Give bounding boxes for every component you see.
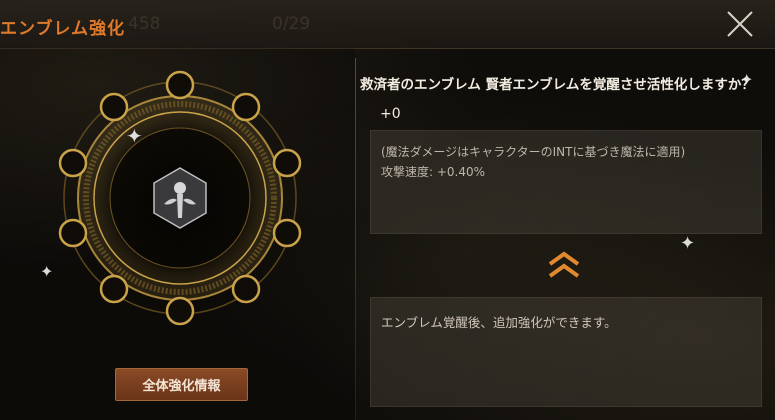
ring-slot (231, 274, 261, 304)
header-bar: エンブレム強化 458 0/29 (0, 0, 775, 49)
ring-slot (272, 148, 302, 178)
effect-line: (魔法ダメージはキャラクターのINTに基づき魔法に適用) (381, 145, 686, 159)
sparkle-icon: ✦ (40, 262, 54, 281)
sparkle-icon: ✦ (126, 124, 143, 148)
sparkle-icon: ✦ (680, 233, 696, 254)
effect-box: (魔法ダメージはキャラクターのINTに基づき魔法に適用) 攻撃速度: +0.40… (370, 130, 762, 234)
ring-slot (58, 148, 88, 178)
all-enhance-info-button[interactable]: 全体強化情報 (115, 368, 248, 401)
emblem-ring (58, 70, 302, 326)
panel-divider (355, 58, 356, 420)
page-title: エンブレム強化 (0, 19, 126, 39)
ring-slot (99, 274, 129, 304)
ring-slot (231, 92, 261, 122)
ring-slot (165, 296, 195, 326)
effect-line: 攻撃速度: +0.40% (381, 165, 486, 179)
awaken-question: 救済者のエンブレム 賢者エンブレムを覚醒させ活性化しますか？ (360, 77, 755, 93)
ring-slot (272, 218, 302, 248)
ghost-value-2: 0/29 (272, 14, 311, 34)
info-box: エンブレム覚醒後、追加強化ができます。 (370, 297, 762, 407)
info-text: エンブレム覚醒後、追加強化ができます。 (381, 315, 617, 330)
enhance-level: +0 (380, 106, 401, 122)
ring-slot (99, 92, 129, 122)
ring-slot (58, 218, 88, 248)
close-icon[interactable] (722, 6, 758, 42)
double-chevron-up-icon (548, 251, 580, 278)
ghost-value-1: 458 (128, 14, 161, 34)
ring-slot (165, 70, 195, 100)
